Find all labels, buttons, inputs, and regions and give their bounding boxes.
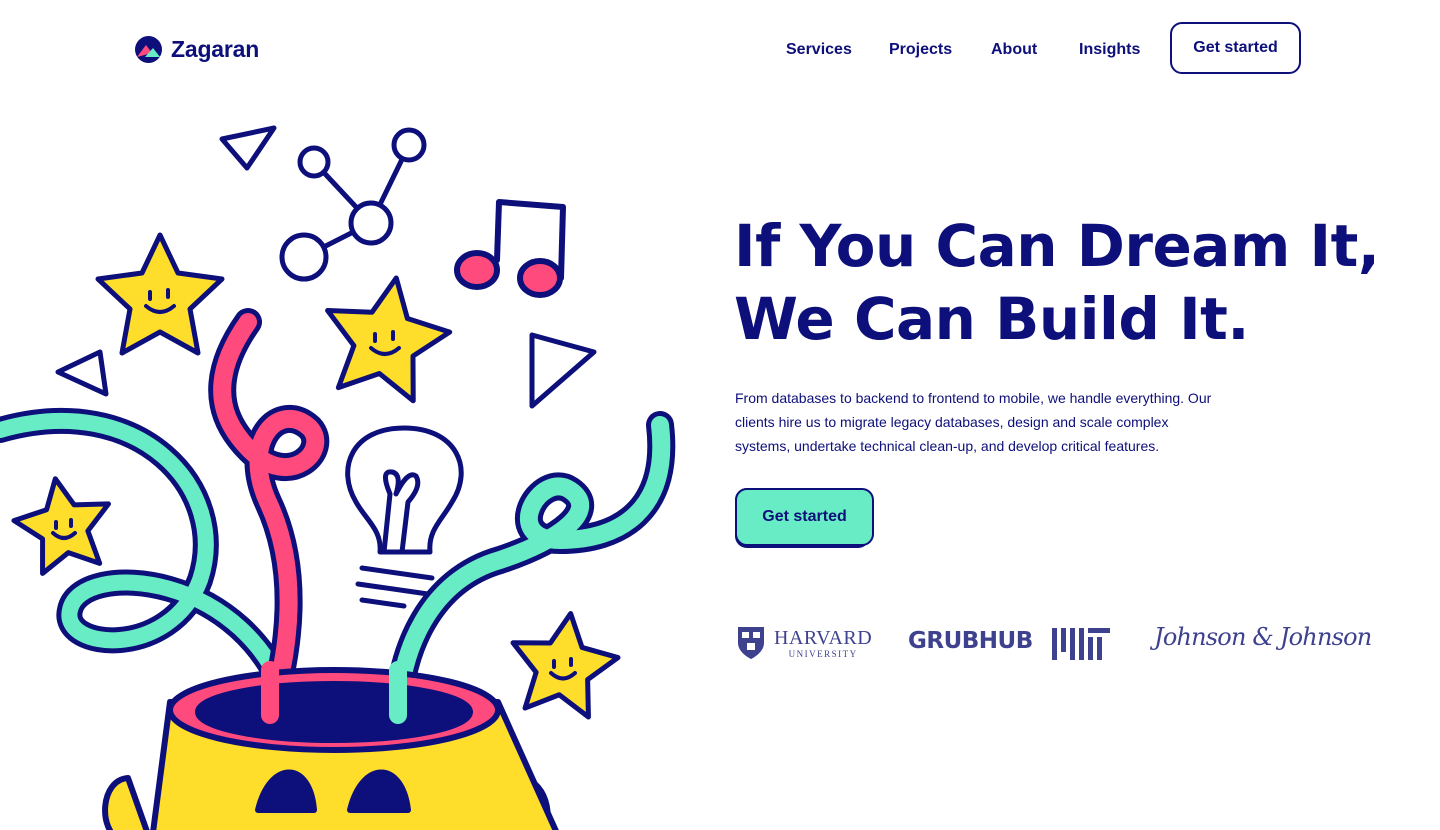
hero-title-line-2: We Can Build It. (734, 285, 1249, 353)
harvard-subtitle: UNIVERSITY (788, 648, 858, 659)
brand-logo[interactable]: Zagaran (134, 35, 259, 64)
mit-wordmark-graphic (1052, 628, 1110, 660)
smiley-star-icon (95, 232, 225, 356)
harvard-wordmark: HARVARD (774, 626, 873, 649)
nav-item-services[interactable]: Services (786, 41, 852, 59)
client-logos: HARVARD UNIVERSITY GRUBHUB Johnson & Joh… (736, 620, 1372, 665)
smiley-star-icon (510, 611, 621, 720)
johnson-johnson-logo: Johnson & Johnson (1154, 623, 1372, 651)
triangle-shape (55, 349, 109, 397)
harvard-logo: HARVARD UNIVERSITY (736, 625, 872, 661)
hero-title: If You Can Dream It, We Can Build It. (734, 210, 1380, 356)
smiley-star-icon (11, 476, 111, 576)
nav-item-about[interactable]: About (991, 41, 1037, 59)
mit-logo (1052, 628, 1112, 665)
top-navigation: Zagaran Services Projects About Insights… (0, 0, 1440, 100)
hero-title-line-1: If You Can Dream It, (734, 212, 1380, 280)
brand-name: Zagaran (171, 36, 260, 62)
nav-get-started-button[interactable]: Get started (1170, 22, 1301, 74)
music-note-icon (454, 199, 566, 298)
grubhub-logo: GRUBHUB (908, 628, 1033, 654)
hero-description: From databases to backend to frontend to… (735, 390, 1212, 454)
harvard-shield-icon (738, 627, 764, 659)
smiley-star-icon (325, 275, 453, 404)
triangle-shape (529, 332, 597, 409)
mountain-circle-icon (135, 36, 162, 63)
hero-get-started-label: Get started (735, 488, 874, 546)
triangle-shape (219, 125, 277, 171)
hero-illustration (0, 125, 676, 830)
nav-item-insights[interactable]: Insights (1079, 41, 1140, 59)
head-figure (102, 667, 559, 830)
molecule-icon (279, 127, 427, 282)
nav-item-projects[interactable]: Projects (889, 41, 952, 59)
hero-get-started-button[interactable]: Get started (735, 488, 874, 548)
